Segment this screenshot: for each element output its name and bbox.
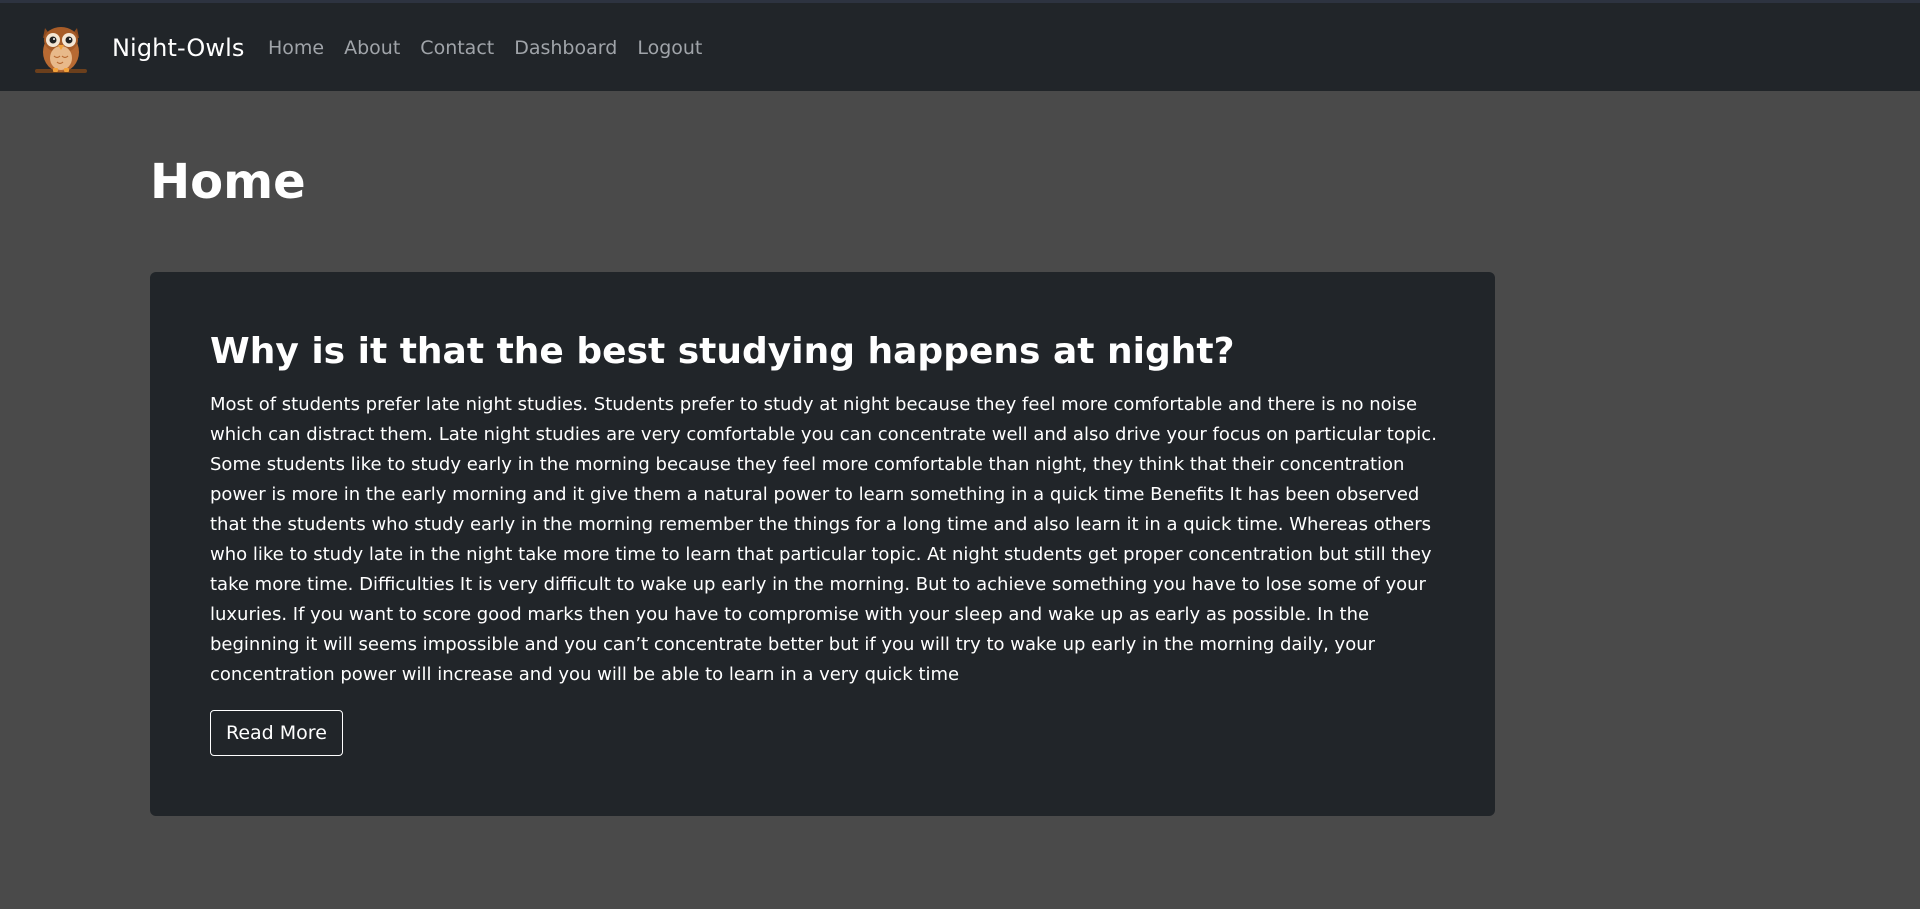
nav-links: Home About Contact Dashboard Logout bbox=[268, 36, 722, 60]
nav-link-home[interactable]: Home bbox=[268, 36, 324, 60]
article-title: Why is it that the best studying happens… bbox=[210, 331, 1235, 372]
nav-link-about[interactable]: About bbox=[344, 36, 400, 60]
nav-link-dashboard[interactable]: Dashboard bbox=[514, 36, 617, 60]
article-body: Most of students prefer late night studi… bbox=[210, 394, 1437, 685]
brand-name[interactable]: Night-Owls bbox=[112, 33, 245, 63]
nav-link-logout[interactable]: Logout bbox=[637, 36, 702, 60]
article-card: Why is it that the best studying happens… bbox=[150, 272, 1495, 816]
read-more-button[interactable]: Read More bbox=[210, 710, 343, 756]
nav-link-contact[interactable]: Contact bbox=[420, 36, 494, 60]
navbar: Night-Owls Home About Contact Dashboard … bbox=[0, 3, 1920, 91]
owl-icon[interactable] bbox=[33, 18, 89, 78]
page-title: Home bbox=[150, 154, 306, 210]
